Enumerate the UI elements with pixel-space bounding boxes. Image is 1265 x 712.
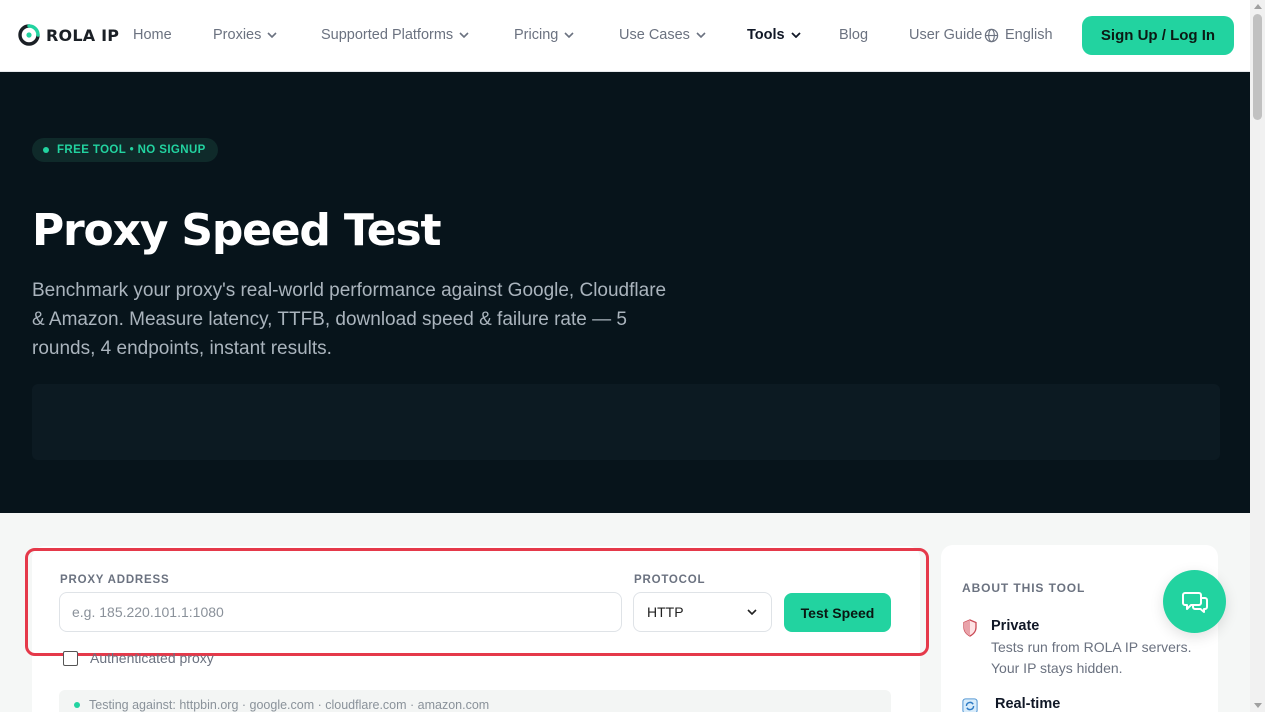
nav-home[interactable]: Home [133,27,172,43]
nav-supported-platforms[interactable]: Supported Platforms [321,27,469,43]
chat-support-button[interactable] [1163,570,1226,633]
feature-private-desc: Tests run from ROLA IP servers. Your IP … [991,639,1192,676]
nav-supported-platforms-label: Supported Platforms [321,27,454,43]
hero-stats-panel [32,384,1220,460]
language-selector[interactable]: English [984,27,1053,43]
nav-user-guide-label: User Guide [909,27,983,43]
nav-blog-label: Blog [839,27,869,43]
status-dot [74,702,80,708]
badge-text: FREE TOOL • NO SIGNUP [57,144,206,156]
nav-home-label: Home [133,27,172,43]
testing-endpoints-info: Testing against: httpbin.org · google.co… [59,690,891,712]
scrollbar-thumb[interactable] [1253,14,1262,120]
authenticated-proxy-option[interactable]: Authenticated proxy [63,650,214,666]
chat-bubble-icon [1181,591,1208,613]
rola-logo-icon [18,24,40,46]
nav-proxies[interactable]: Proxies [213,27,277,43]
testing-endpoints-text: Testing against: httpbin.org · google.co… [89,698,490,712]
signup-login-button[interactable]: Sign Up / Log In [1082,16,1234,55]
feature-realtime-title: Real-time [995,696,1061,712]
about-tool-panel [941,545,1218,712]
globe-icon [984,28,999,42]
highlight-outline [25,548,929,656]
chevron-down-icon [696,32,706,38]
page-scrollbar[interactable] [1250,0,1265,712]
chevron-down-icon [459,32,469,38]
logo-text: ROLA IP [46,25,120,45]
refresh-icon [962,698,978,712]
shield-icon [963,619,977,637]
scroll-up-arrow-icon[interactable] [1254,4,1262,9]
nav-user-guide[interactable]: User Guide [909,27,982,43]
page-title: Proxy Speed Test [32,205,441,256]
chevron-down-icon [564,32,574,38]
nav-pricing-label: Pricing [514,27,559,43]
about-tool-title: ABOUT THIS TOOL [962,581,1086,595]
nav-blog[interactable]: Blog [839,27,868,43]
chevron-down-icon [267,32,277,38]
logo[interactable]: ROLA IP [18,24,119,46]
authenticated-proxy-checkbox[interactable] [63,650,78,666]
scroll-down-arrow-icon[interactable] [1254,703,1262,708]
hero-section: FREE TOOL • NO SIGNUP Proxy Speed Test B… [0,72,1250,513]
top-navbar: ROLA IP Home Proxies Supported Platforms… [0,0,1250,72]
authenticated-proxy-label: Authenticated proxy [90,650,214,666]
free-tool-badge: FREE TOOL • NO SIGNUP [32,138,218,162]
nav-use-cases-label: Use Cases [619,27,690,43]
nav-tools-label: Tools [747,27,785,43]
language-label: English [1005,27,1053,43]
chevron-down-icon [790,32,801,38]
feature-private-title: Private [991,618,1040,634]
nav-pricing[interactable]: Pricing [514,27,574,43]
nav-use-cases[interactable]: Use Cases [619,27,706,43]
hero-description: Benchmark your proxy's real-world perfor… [32,280,667,359]
nav-tools[interactable]: Tools [747,27,801,43]
badge-dot [43,147,49,153]
nav-proxies-label: Proxies [213,27,262,43]
